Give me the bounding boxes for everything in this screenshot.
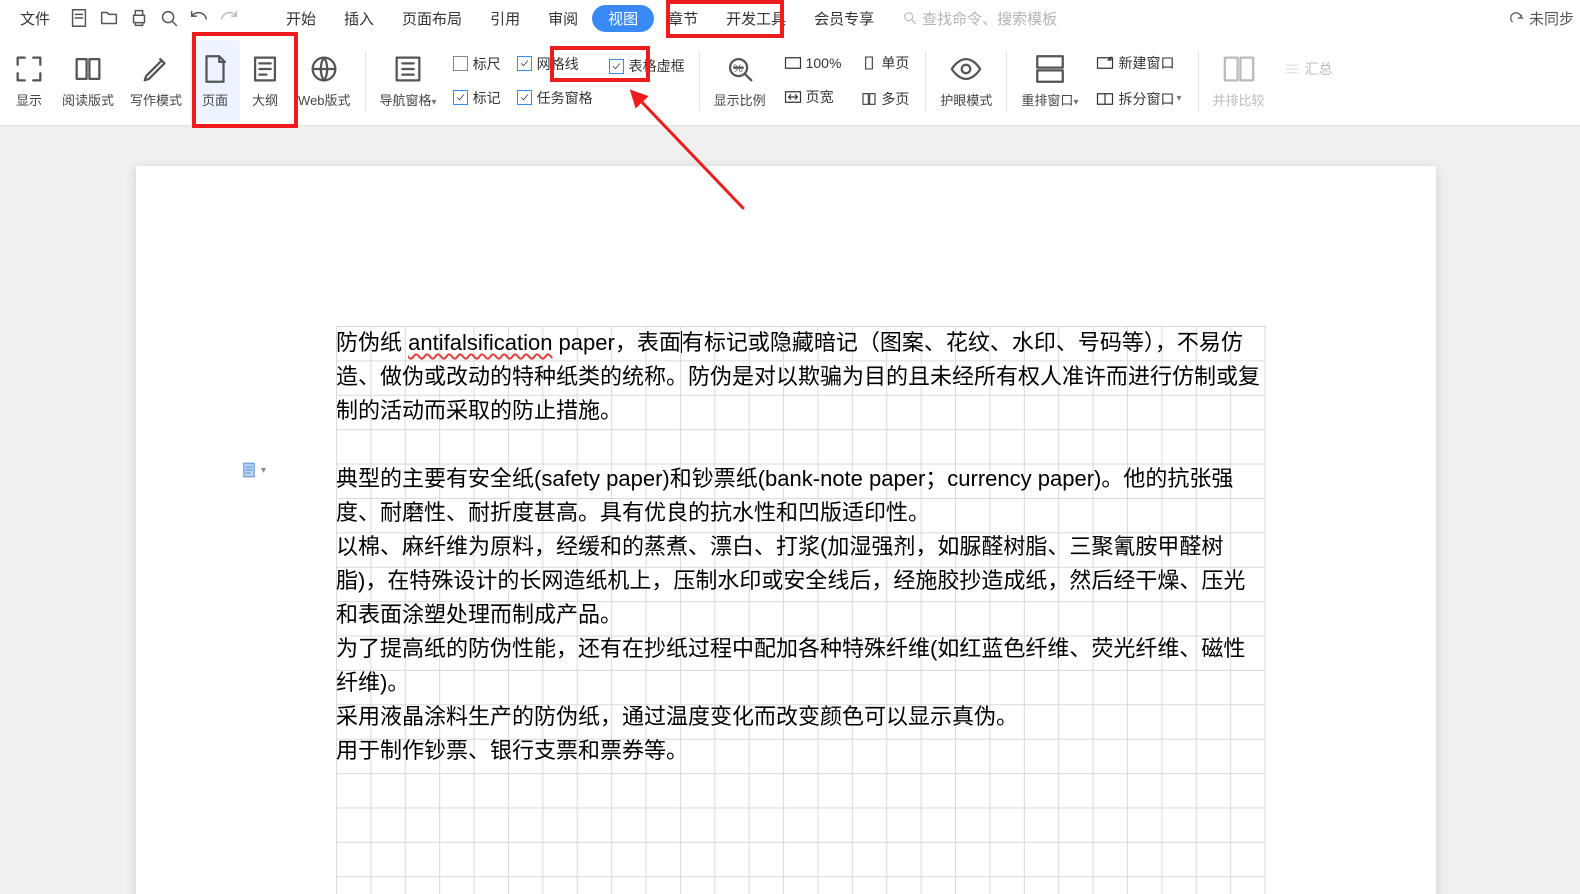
- eye-icon: [949, 52, 983, 86]
- view-reading[interactable]: 阅读版式: [54, 40, 122, 122]
- ribbon: 显示 阅读版式 写作模式 页面 大纲 Web版式 导航窗格▾ 标尺 标记 网格线…: [0, 36, 1580, 126]
- page-options: 单页 多页: [851, 50, 919, 112]
- new-doc-icon[interactable]: [68, 7, 90, 29]
- zoom-icon: %: [723, 52, 757, 86]
- window-ops: 新建窗口 拆分窗口▾: [1086, 50, 1191, 112]
- side-extra: 汇总: [1273, 56, 1343, 106]
- redo-icon[interactable]: [218, 7, 240, 29]
- checkbox-icon: [517, 90, 532, 105]
- side-by-side: 并排比较: [1205, 40, 1273, 122]
- outline-icon: [248, 52, 282, 86]
- book-icon: [71, 52, 105, 86]
- preview-icon[interactable]: [158, 7, 180, 29]
- check-ruler[interactable]: 标尺: [453, 54, 501, 74]
- para-2: 典型的主要有安全纸(safety paper)和钞票纸(bank-note pa…: [336, 462, 1266, 530]
- view-outline[interactable]: 大纲: [240, 40, 290, 122]
- check-taskpane[interactable]: 任务窗格: [517, 88, 593, 108]
- para-4: 为了提高纸的防伪性能，还有在抄纸过程中配加各种特殊纤维(如红蓝色纤维、荧光纤维、…: [336, 632, 1266, 700]
- document-canvas[interactable]: 防伪纸 antifalsification paper，表面有标记或隐藏暗记（图…: [0, 126, 1580, 894]
- view-web[interactable]: Web版式: [290, 40, 359, 122]
- page: 防伪纸 antifalsification paper，表面有标记或隐藏暗记（图…: [136, 166, 1436, 894]
- windows-icon: [1033, 52, 1067, 86]
- checks-col1: 标尺 标记: [445, 54, 509, 108]
- open-icon[interactable]: [98, 7, 120, 29]
- pen-icon: [139, 52, 173, 86]
- menu-file[interactable]: 文件: [6, 4, 64, 33]
- chevron-down-icon: ▾: [261, 465, 266, 476]
- para-6: 用于制作钞票、银行支票和票券等。: [336, 734, 1266, 768]
- menu-dev[interactable]: 开发工具: [712, 4, 800, 33]
- spellcheck-word: antifalsification: [408, 330, 552, 355]
- page-width[interactable]: 页宽: [780, 84, 846, 110]
- view-page[interactable]: 页面: [190, 40, 240, 122]
- view-writing[interactable]: 写作模式: [122, 40, 190, 122]
- menu-insert[interactable]: 插入: [330, 4, 388, 33]
- svg-text:%: %: [732, 63, 742, 75]
- page-icon: [198, 52, 232, 86]
- menu-ref[interactable]: 引用: [476, 4, 534, 33]
- checkbox-icon: [453, 90, 468, 105]
- menu-start[interactable]: 开始: [272, 4, 330, 33]
- document-body[interactable]: 防伪纸 antifalsification paper，表面有标记或隐藏暗记（图…: [336, 326, 1266, 768]
- check-gridlines[interactable]: 网格线: [517, 54, 593, 74]
- checkbox-icon: [609, 59, 624, 74]
- undo-icon[interactable]: [188, 7, 210, 29]
- menu-view[interactable]: 视图: [592, 5, 654, 32]
- sync-label: 未同步: [1529, 8, 1574, 29]
- menu-vip[interactable]: 会员专享: [800, 4, 888, 33]
- nav-pane[interactable]: 导航窗格▾: [372, 40, 445, 122]
- menu-bar: 文件 开始 插入 页面布局 引用 审阅 视图 章节 开发工具 会员专享 查找命令…: [0, 0, 1580, 36]
- para-1: 防伪纸 antifalsification paper，表面有标记或隐藏暗记（图…: [336, 326, 1266, 428]
- compare-icon: [1222, 52, 1256, 86]
- check-tableframe[interactable]: 表格虚框: [609, 56, 685, 76]
- paragraph-handle[interactable]: ▾: [240, 461, 266, 479]
- search-placeholder: 查找命令、搜索模板: [922, 8, 1057, 29]
- check-marks[interactable]: 标记: [453, 88, 501, 108]
- rearrange-windows[interactable]: 重排窗口▾: [1013, 40, 1086, 122]
- print-icon[interactable]: [128, 7, 150, 29]
- single-page[interactable]: 单页: [857, 50, 913, 76]
- para-3: 以棉、麻纤维为原料，经缓和的蒸煮、漂白、打浆(加湿强剂，如脲醛树脂、三聚氰胺甲醛…: [336, 530, 1266, 632]
- text-caret: [681, 331, 682, 353]
- globe-icon: [307, 52, 341, 86]
- zoom-100[interactable]: 100%: [780, 52, 846, 74]
- eye-care[interactable]: 护眼模式: [932, 40, 1000, 122]
- fullscreen-icon: [12, 52, 46, 86]
- checkbox-icon: [517, 56, 532, 71]
- view-fullscreen[interactable]: 显示: [4, 40, 54, 122]
- para-5: 采用液晶涂料生产的防伪纸，通过温度变化而改变颜色可以显示真伪。: [336, 700, 1266, 734]
- menu-chapter[interactable]: 章节: [654, 4, 712, 33]
- menu-review[interactable]: 审阅: [534, 4, 592, 33]
- checkbox-icon: [453, 56, 468, 71]
- split-window[interactable]: 拆分窗口▾: [1092, 86, 1185, 112]
- checks-col2: 网格线 任务窗格: [509, 54, 601, 108]
- command-search[interactable]: 查找命令、搜索模板: [902, 8, 1057, 29]
- zoom-options: 100% 页宽: [774, 52, 852, 110]
- multi-page[interactable]: 多页: [857, 86, 913, 112]
- checks-col3: 表格虚框: [601, 56, 693, 105]
- new-window[interactable]: 新建窗口: [1092, 50, 1185, 76]
- menu-layout[interactable]: 页面布局: [388, 4, 476, 33]
- nav-icon: [391, 52, 425, 86]
- sync-status[interactable]: 未同步: [1507, 8, 1574, 29]
- sync-scroll: 汇总: [1279, 56, 1337, 82]
- zoom-group[interactable]: % 显示比例: [706, 40, 774, 122]
